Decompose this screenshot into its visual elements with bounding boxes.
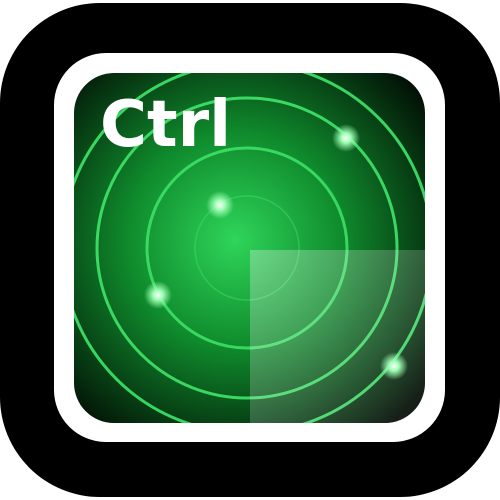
radar-sweep — [250, 250, 425, 423]
radar-blip — [332, 124, 360, 152]
radar-icon: Ctrl — [0, 3, 500, 497]
radar-blip — [206, 191, 234, 219]
radar-blip — [144, 281, 172, 309]
app-label: Ctrl — [100, 88, 231, 162]
radar-blip — [380, 352, 408, 380]
radar-app-icon[interactable]: Ctrl — [0, 0, 500, 500]
